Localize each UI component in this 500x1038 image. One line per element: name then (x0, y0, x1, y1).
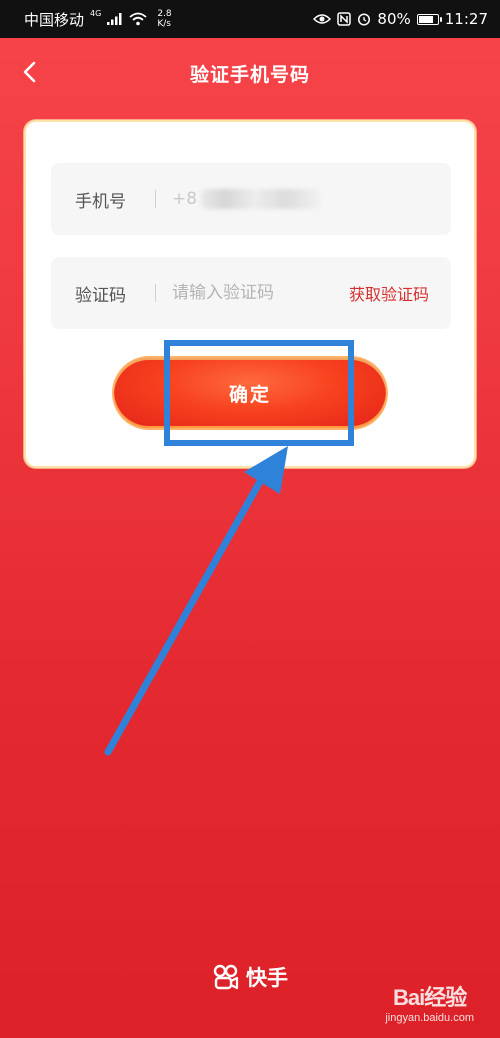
battery-percent: 80% (377, 10, 411, 28)
network-speed-unit: K/s (157, 19, 171, 29)
network-speed-value: 2.8 (157, 9, 172, 19)
phone-field-divider (155, 190, 156, 208)
phone-field[interactable]: 手机号 +8 (51, 163, 451, 235)
network-type: 4G (90, 8, 102, 18)
network-speed: 2.8 K/s (157, 9, 171, 29)
brand-name: 快手 (246, 966, 288, 990)
wifi-icon (129, 12, 147, 26)
phone-number-blur-mask (201, 189, 322, 209)
screen: 中国移动 4G 2.8 K/s 80% 11:27 验证手机号码 手机号 +8 … (0, 0, 500, 1038)
verification-code-input[interactable] (172, 283, 349, 303)
verification-card: 手机号 +8 验证码 获取验证码 确定 (24, 120, 476, 468)
code-field-divider (155, 284, 156, 302)
battery-icon (416, 13, 442, 25)
signal-icon (107, 13, 122, 25)
alarm-icon (358, 13, 371, 26)
watermark-main: Bai经验 (393, 985, 467, 1010)
verification-code-field: 验证码 获取验证码 (51, 257, 451, 329)
nav-bar: 验证手机号码 (0, 38, 500, 108)
battery-level-fill (418, 15, 433, 23)
status-bar-left: 中国移动 4G 2.8 K/s (24, 0, 172, 38)
status-bar-right: 80% 11:27 (313, 0, 488, 38)
clock-time: 11:27 (444, 10, 488, 28)
phone-label: 手机号 (75, 191, 126, 212)
carrier-name: 中国移动 (24, 10, 85, 29)
get-code-button[interactable]: 获取验证码 (349, 281, 429, 305)
watermark-url: jingyan.baidu.com (385, 1012, 474, 1024)
confirm-button[interactable]: 确定 (114, 358, 386, 428)
nfc-icon (337, 12, 352, 26)
phone-number-value: +8 (172, 189, 198, 209)
code-label: 验证码 (75, 285, 126, 306)
status-bar: 中国移动 4G 2.8 K/s 80% 11:27 (0, 0, 500, 38)
eye-icon (313, 14, 332, 24)
page-title: 验证手机号码 (189, 64, 310, 86)
baidu-jingyan-watermark: Bai经验 jingyan.baidu.com (385, 980, 474, 1024)
kuaishou-logo-icon (213, 964, 239, 990)
